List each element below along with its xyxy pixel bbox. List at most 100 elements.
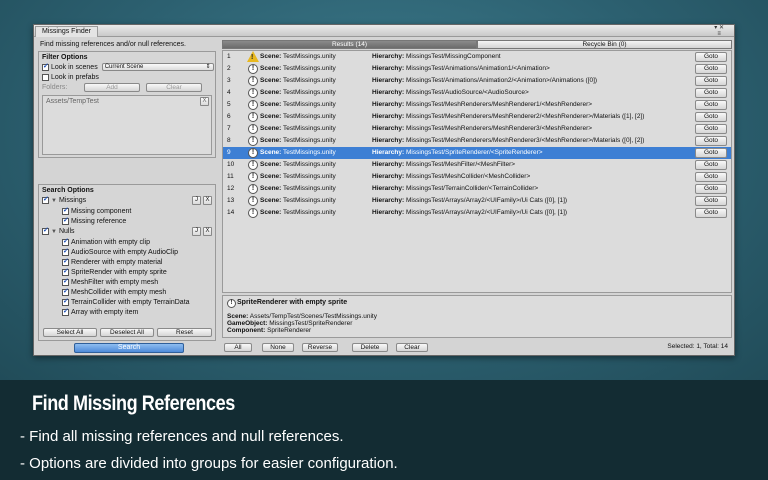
clear-folders-button[interactable]: Clear <box>146 82 202 92</box>
reset-button[interactable]: Reset <box>157 328 212 337</box>
result-row[interactable]: 3! Scene: TestMissings.unity Hierarchy: Mi… <box>223 75 731 87</box>
option-checkbox[interactable] <box>62 216 69 225</box>
goto-button[interactable]: Goto <box>695 172 727 182</box>
goto-button[interactable]: Goto <box>695 64 727 74</box>
option-renderer[interactable]: Renderer with empty material <box>39 257 215 267</box>
missings-group-row[interactable]: ▼ Missings J X <box>39 195 215 206</box>
option-spriterender[interactable]: SpriteRender with empty sprite <box>39 267 215 277</box>
goto-button[interactable]: Goto <box>695 208 727 218</box>
goto-button[interactable]: Goto <box>695 148 727 158</box>
result-hierarchy: Hierarchy: MissingsTest/MissingComponent <box>372 51 501 63</box>
goto-button[interactable]: Goto <box>695 112 727 122</box>
look-in-scenes-checkbox[interactable] <box>42 62 49 71</box>
option-missing-component[interactable]: Missing component <box>39 206 215 216</box>
tab-results[interactable]: Results (14) <box>222 40 477 49</box>
option-checkbox[interactable] <box>62 277 69 286</box>
nulls-group-row[interactable]: ▼ Nulls J X <box>39 226 215 237</box>
missings-group-checkbox[interactable] <box>42 195 49 204</box>
scene-value: TestMissings.unity <box>283 101 336 108</box>
result-row[interactable]: 13! Scene: TestMissings.unity Hierarchy: M… <box>223 195 731 207</box>
result-row[interactable]: 10! Scene: TestMissings.unity Hierarchy: M… <box>223 159 731 171</box>
result-hierarchy: Hierarchy: MissingsTest/Arrays/Array2/<U… <box>372 207 567 219</box>
option-label: Animation with empty clip <box>71 238 150 246</box>
option-checkbox[interactable] <box>62 297 69 306</box>
option-animation[interactable]: Animation with empty clip <box>39 237 215 247</box>
goto-button[interactable]: Goto <box>695 124 727 134</box>
missings-invert-button[interactable]: J <box>192 196 201 205</box>
goto-button[interactable]: Goto <box>695 52 727 62</box>
result-row[interactable]: 5! Scene: TestMissings.unity Hierarchy: Mi… <box>223 99 731 111</box>
right-panel: Results (14) Recycle Bin (0) 1! Scene: Te… <box>222 40 732 354</box>
hierarchy-value: MissingsTest/MeshRenderers/MeshRenderer3… <box>405 137 645 144</box>
goto-button[interactable]: Goto <box>695 100 727 110</box>
none-button[interactable]: None <box>262 343 294 352</box>
option-checkbox[interactable] <box>62 237 69 246</box>
look-in-prefabs-row[interactable]: Look in prefabs <box>39 72 215 82</box>
result-row[interactable]: 9! Scene: TestMissings.unity Hierarchy: Mi… <box>223 147 731 159</box>
result-row[interactable]: 7! Scene: TestMissings.unity Hierarchy: Mi… <box>223 123 731 135</box>
option-array[interactable]: Array with empty item <box>39 307 215 317</box>
result-scene: Scene: TestMissings.unity <box>260 147 336 159</box>
remove-folder-button[interactable]: X <box>200 97 209 106</box>
filter-options-panel: Filter Options Look in scenes Current Sc… <box>38 51 216 158</box>
option-terraincollider[interactable]: TerrainCollider with empty TerrainData <box>39 297 215 307</box>
all-button[interactable]: All <box>224 343 252 352</box>
option-checkbox[interactable] <box>62 257 69 266</box>
detail-panel: ! SpriteRenderer with empty sprite Scene… <box>222 295 732 338</box>
clear-button[interactable]: Clear <box>396 343 428 352</box>
result-number: 10 <box>227 161 235 168</box>
delete-button[interactable]: Delete <box>352 343 388 352</box>
nulls-group-label: Nulls <box>58 228 75 235</box>
option-checkbox[interactable] <box>62 307 69 316</box>
option-checkbox[interactable] <box>62 247 69 256</box>
reverse-button[interactable]: Reverse <box>302 343 338 352</box>
hierarchy-key: Hierarchy: <box>372 185 405 192</box>
result-row[interactable]: 6! Scene: TestMissings.unity Hierarchy: Mi… <box>223 111 731 123</box>
result-row[interactable]: 14! Scene: TestMissings.unity Hierarchy: M… <box>223 207 731 219</box>
option-meshfilter[interactable]: MeshFilter with empty mesh <box>39 277 215 287</box>
scene-value: TestMissings.unity <box>283 113 336 120</box>
result-row[interactable]: 2! Scene: TestMissings.unity Hierarchy: Mi… <box>223 63 731 75</box>
option-checkbox[interactable] <box>62 206 69 215</box>
goto-button[interactable]: Goto <box>695 88 727 98</box>
option-label: Renderer with empty material <box>71 258 163 266</box>
result-row[interactable]: 1! Scene: TestMissings.unity Hierarchy: Mi… <box>223 51 731 63</box>
scene-key: Scene: <box>260 209 282 216</box>
goto-button[interactable]: Goto <box>695 136 727 146</box>
hierarchy-value: MissingsTest/MeshFilter/<MeshFilter> <box>405 161 516 168</box>
result-number: 2 <box>227 65 231 72</box>
look-in-prefabs-checkbox[interactable] <box>42 73 49 81</box>
tab-recycle-bin[interactable]: Recycle Bin (0) <box>477 40 732 49</box>
deselect-all-button[interactable]: Deselect All <box>100 328 154 337</box>
scene-key: Scene: <box>260 65 282 72</box>
window-menu-icon[interactable]: ≡ <box>714 31 724 37</box>
result-row[interactable]: 11! Scene: TestMissings.unity Hierarchy: M… <box>223 171 731 183</box>
option-checkbox[interactable] <box>62 287 69 296</box>
expand-triangle-icon[interactable]: ▼ <box>51 198 57 204</box>
window-controls[interactable]: ▾ ✕ ≡ <box>714 25 724 37</box>
option-checkbox[interactable] <box>62 267 69 276</box>
option-audiosource[interactable]: AudioSource with empty AudioClip <box>39 247 215 257</box>
goto-button[interactable]: Goto <box>695 184 727 194</box>
missings-clear-button[interactable]: X <box>203 196 212 205</box>
result-hierarchy: Hierarchy: MissingsTest/MeshRenderers/Me… <box>372 99 592 111</box>
nulls-invert-button[interactable]: J <box>192 227 201 236</box>
nulls-clear-button[interactable]: X <box>203 227 212 236</box>
expand-triangle-icon[interactable]: ▼ <box>51 229 57 235</box>
detail-gameobject-key: GameObject: <box>227 320 268 327</box>
nulls-group-checkbox[interactable] <box>42 226 49 235</box>
result-row[interactable]: 8! Scene: TestMissings.unity Hierarchy: Mi… <box>223 135 731 147</box>
look-in-scenes-row[interactable]: Look in scenes Current Scene ⇕ <box>39 62 215 72</box>
scene-select[interactable]: Current Scene ⇕ <box>101 63 214 71</box>
option-meshcollider[interactable]: MeshCollider with empty mesh <box>39 287 215 297</box>
result-row[interactable]: 12! Scene: TestMissings.unity Hierarchy: M… <box>223 183 731 195</box>
window-tab[interactable]: Missings Finder <box>35 26 99 37</box>
result-row[interactable]: 4! Scene: TestMissings.unity Hierarchy: Mi… <box>223 87 731 99</box>
search-button[interactable]: Search <box>74 343 184 353</box>
option-missing-reference[interactable]: Missing reference <box>39 216 215 226</box>
add-folder-button[interactable]: Add <box>84 82 140 92</box>
goto-button[interactable]: Goto <box>695 76 727 86</box>
select-all-button[interactable]: Select All <box>43 328 97 337</box>
goto-button[interactable]: Goto <box>695 160 727 170</box>
goto-button[interactable]: Goto <box>695 196 727 206</box>
